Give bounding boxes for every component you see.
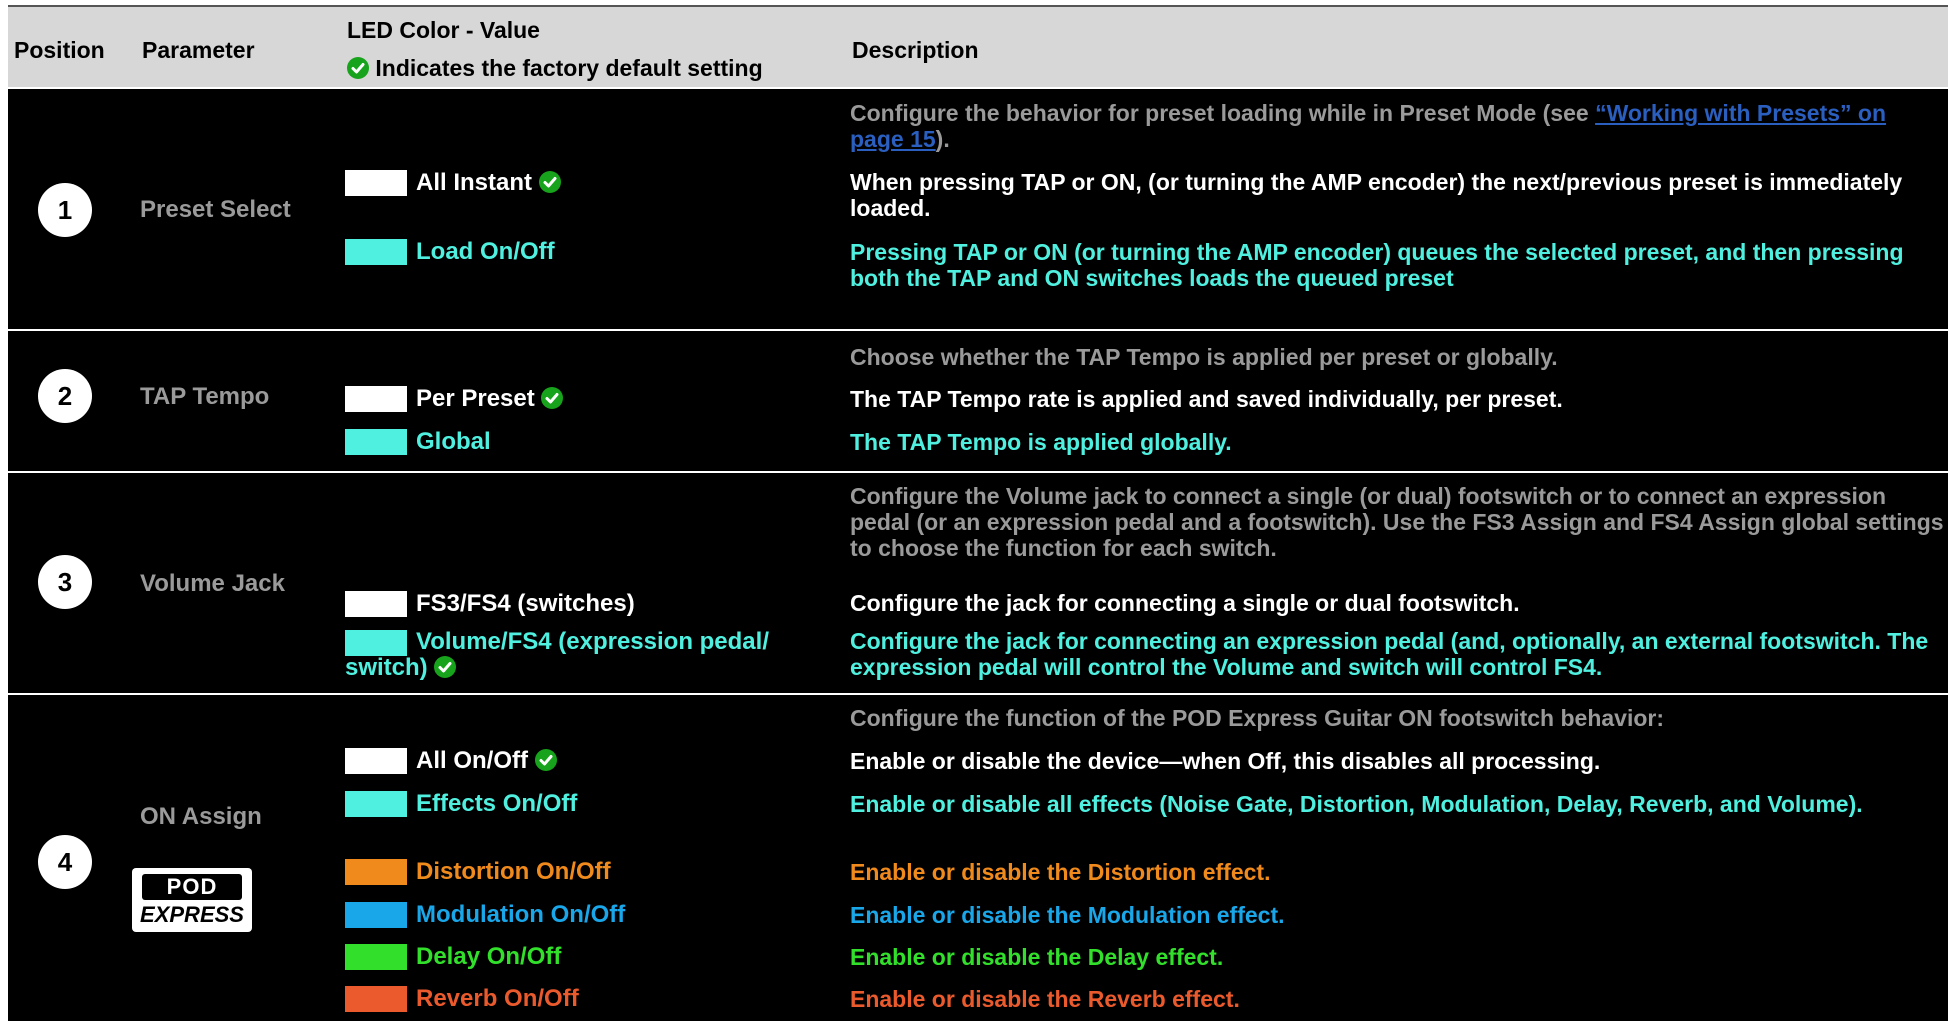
value-label-continued: switch) [345, 655, 457, 681]
parameter-name: TAP Tempo [140, 383, 270, 410]
value-label: Load On/Off [416, 238, 555, 265]
value-description: Enable or disable the Modulation effect. [850, 902, 1285, 928]
led-swatch-orange [345, 859, 407, 885]
value-label: Reverb On/Off [416, 985, 579, 1012]
led-swatch-cyan [345, 630, 407, 656]
value-label: Global [416, 428, 491, 455]
led-swatch-white [345, 386, 407, 412]
header-position: Position [14, 37, 105, 63]
pod-express-logo: POD EXPRESS [132, 868, 252, 932]
table-row: 1 Preset Select Configure the behavior f… [8, 87, 1948, 329]
parameter-name: ON Assign [140, 803, 262, 830]
value-label: Modulation On/Off [416, 901, 626, 928]
parameter-name: Volume Jack [140, 570, 285, 597]
table-header: Position Parameter LED Color - Value Ind… [8, 5, 1948, 87]
position-number: 2 [38, 369, 92, 423]
row-intro: Configure the function of the POD Expres… [850, 705, 1664, 731]
position-number: 3 [38, 555, 92, 609]
default-check-icon [534, 749, 557, 771]
value-description: The TAP Tempo rate is applied and saved … [850, 386, 1563, 412]
value-label: FS3/FS4 (switches) [416, 590, 635, 617]
default-check-icon [538, 171, 561, 193]
value-description: The TAP Tempo is applied globally. [850, 429, 1232, 455]
value-description: Enable or disable the device—when Off, t… [850, 748, 1601, 774]
value-description: Configure the jack for connecting a sing… [850, 590, 1520, 616]
led-swatch-cyan [345, 239, 407, 265]
table-row: 3 Volume Jack Configure the Volume jack … [8, 471, 1948, 693]
value-label: All Instant [416, 170, 561, 196]
value-label: Per Preset [416, 386, 564, 412]
led-swatch-green [345, 944, 407, 970]
value-label: Distortion On/Off [416, 858, 611, 885]
header-led-note-wrap: Indicates the factory default setting [347, 55, 763, 82]
logo-top-text: POD [142, 874, 242, 900]
value-label: Volume/FS4 (expression pedal/ [416, 628, 769, 655]
led-swatch-cyan [345, 791, 407, 817]
parameter-name: Preset Select [140, 196, 291, 223]
row-intro: Configure the behavior for preset loadin… [850, 100, 1887, 152]
value-description: Pressing TAP or ON (or turning the AMP e… [850, 239, 1904, 291]
value-description: Enable or disable the Distortion effect. [850, 859, 1271, 885]
default-check-icon [541, 387, 564, 409]
value-description: When pressing TAP or ON, (or turning the… [850, 169, 1903, 221]
led-swatch-white [345, 591, 407, 617]
value-description: Enable or disable the Delay effect. [850, 944, 1224, 970]
default-check-icon [434, 656, 457, 678]
value-description: Enable or disable the Reverb effect. [850, 986, 1240, 1012]
value-label: All On/Off [416, 748, 557, 774]
table-row: 4 ON Assign Configure the function of th… [8, 693, 1948, 1021]
led-swatch-white [345, 748, 407, 774]
position-number: 4 [38, 835, 92, 889]
value-description: Configure the jack for connecting an exp… [850, 628, 1929, 680]
header-parameter: Parameter [142, 37, 255, 63]
value-label: Delay On/Off [416, 943, 562, 970]
settings-table: Position Parameter LED Color - Value Ind… [8, 5, 1948, 1021]
header-led-title: LED Color - Value [347, 17, 540, 43]
position-number: 1 [38, 183, 92, 237]
row-intro: Configure the Volume jack to connect a s… [850, 483, 1944, 561]
header-led-note: Indicates the factory default setting [375, 55, 763, 81]
value-description: Enable or disable all effects (Noise Gat… [850, 791, 1863, 817]
logo-bottom-text: EXPRESS [140, 902, 244, 927]
led-swatch-red [345, 986, 407, 1012]
led-swatch-white [345, 170, 407, 196]
value-label: Effects On/Off [416, 790, 578, 817]
row-intro: Choose whether the TAP Tempo is applied … [850, 344, 1558, 370]
led-swatch-cyan [345, 429, 407, 455]
check-icon [347, 57, 369, 79]
led-swatch-blue [345, 902, 407, 928]
header-description: Description [852, 37, 979, 63]
table-row: 2 TAP Tempo Choose whether the TAP Tempo… [8, 329, 1948, 471]
